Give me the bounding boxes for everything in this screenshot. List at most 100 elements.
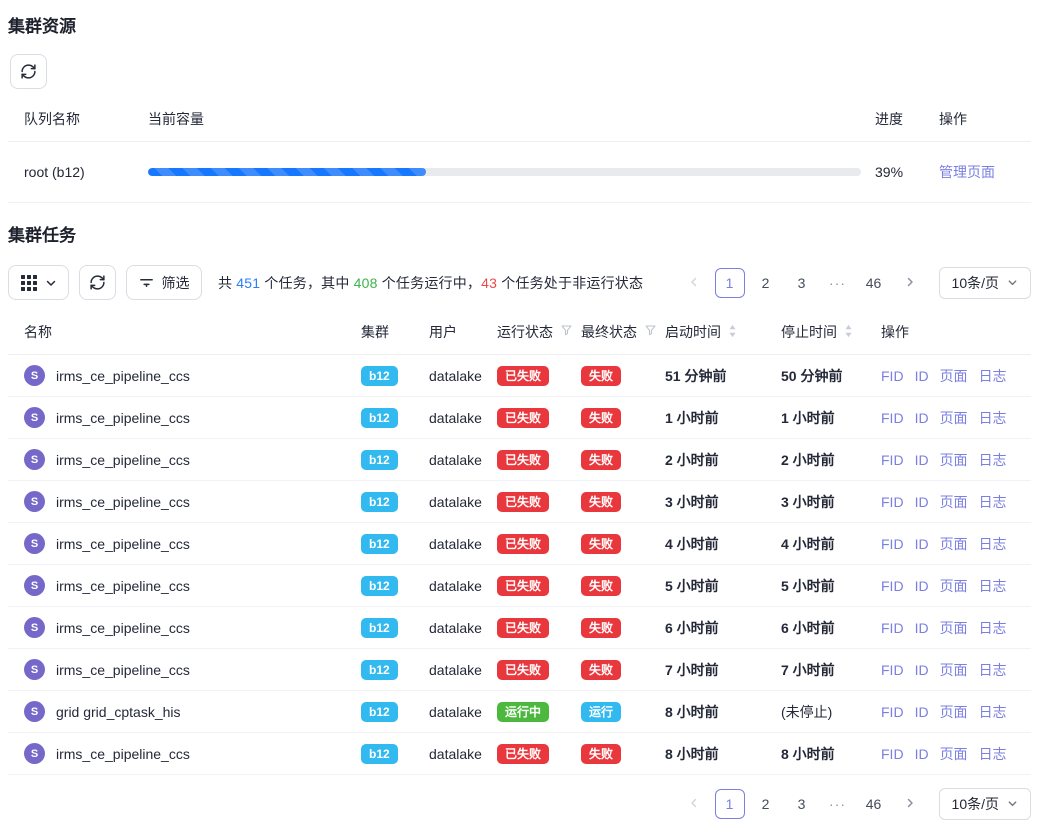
manage-page-link[interactable]: 管理页面	[939, 164, 995, 180]
task-name: irms_ce_pipeline_ccs	[56, 536, 190, 552]
page-size-select[interactable]: 10条/页	[939, 788, 1031, 820]
run-status-badge: 已失败	[497, 408, 549, 428]
fid-link[interactable]: FID	[881, 578, 904, 594]
page-button-46[interactable]: 46	[859, 268, 889, 298]
id-link[interactable]: ID	[915, 704, 929, 720]
capacity-progress-bar	[148, 168, 861, 176]
cluster-badge: b12	[361, 450, 398, 470]
next-page-button[interactable]	[895, 789, 925, 819]
refresh-icon	[20, 63, 37, 80]
cluster-badge: b12	[361, 408, 398, 428]
page-button-2[interactable]: 2	[751, 268, 781, 298]
log-link[interactable]: 日志	[979, 536, 1007, 552]
fid-link[interactable]: FID	[881, 662, 904, 678]
page-link[interactable]: 页面	[940, 662, 968, 678]
final-status-badge: 失败	[581, 744, 621, 764]
id-link[interactable]: ID	[915, 494, 929, 510]
page-link[interactable]: 页面	[940, 620, 968, 636]
page-link[interactable]: 页面	[940, 578, 968, 594]
fid-link[interactable]: FID	[881, 746, 904, 762]
task-name: irms_ce_pipeline_ccs	[56, 662, 190, 678]
log-link[interactable]: 日志	[979, 494, 1007, 510]
task-avatar: S	[24, 407, 45, 428]
page-button-1[interactable]: 1	[715, 268, 745, 298]
col-final-status: 最终状态	[581, 322, 637, 342]
page-link[interactable]: 页面	[940, 746, 968, 762]
page-button-3[interactable]: 3	[787, 789, 817, 819]
task-name: irms_ce_pipeline_ccs	[56, 620, 190, 636]
fid-link[interactable]: FID	[881, 410, 904, 426]
page-size-value: 10条/页	[952, 273, 999, 293]
page-link[interactable]: 页面	[940, 452, 968, 468]
log-link[interactable]: 日志	[979, 704, 1007, 720]
cluster-badge: b12	[361, 576, 398, 596]
page-ellipsis[interactable]: ···	[823, 789, 853, 819]
page-link[interactable]: 页面	[940, 368, 968, 384]
page-link[interactable]: 页面	[940, 494, 968, 510]
log-link[interactable]: 日志	[979, 368, 1007, 384]
task-avatar: S	[24, 449, 45, 470]
fid-link[interactable]: FID	[881, 536, 904, 552]
col-actions: 操作	[881, 316, 1031, 355]
refresh-icon	[89, 274, 106, 291]
id-link[interactable]: ID	[915, 368, 929, 384]
fid-link[interactable]: FID	[881, 620, 904, 636]
page-ellipsis[interactable]: ···	[823, 268, 853, 298]
page-button-46[interactable]: 46	[859, 789, 889, 819]
final-status-badge: 失败	[581, 618, 621, 638]
filter-button[interactable]: 筛选	[126, 265, 202, 300]
fid-link[interactable]: FID	[881, 704, 904, 720]
id-link[interactable]: ID	[915, 536, 929, 552]
log-link[interactable]: 日志	[979, 620, 1007, 636]
chevron-left-icon	[688, 275, 700, 291]
fid-link[interactable]: FID	[881, 368, 904, 384]
id-link[interactable]: ID	[915, 662, 929, 678]
task-name: irms_ce_pipeline_ccs	[56, 452, 190, 468]
page-size-select[interactable]: 10条/页	[939, 267, 1031, 299]
start-time: 5 小时前	[665, 565, 781, 607]
log-link[interactable]: 日志	[979, 662, 1007, 678]
table-row: S irms_ce_pipeline_ccs b12 datalake 已失败 …	[8, 355, 1031, 397]
page-button-1[interactable]: 1	[715, 789, 745, 819]
log-link[interactable]: 日志	[979, 746, 1007, 762]
task-name: irms_ce_pipeline_ccs	[56, 410, 190, 426]
prev-page-button[interactable]	[679, 268, 709, 298]
tasks-refresh-button[interactable]	[79, 265, 116, 300]
prev-page-button[interactable]	[679, 789, 709, 819]
id-link[interactable]: ID	[915, 620, 929, 636]
task-avatar: S	[24, 575, 45, 596]
page-link[interactable]: 页面	[940, 410, 968, 426]
id-link[interactable]: ID	[915, 452, 929, 468]
id-link[interactable]: ID	[915, 578, 929, 594]
chevron-down-icon	[45, 277, 57, 289]
table-row: S irms_ce_pipeline_ccs b12 datalake 已失败 …	[8, 523, 1031, 565]
column-settings-button[interactable]	[8, 265, 69, 300]
chevron-down-icon	[1007, 796, 1018, 812]
id-link[interactable]: ID	[915, 410, 929, 426]
stop-time: 7 小时前	[781, 649, 881, 691]
page-button-2[interactable]: 2	[751, 789, 781, 819]
next-page-button[interactable]	[895, 268, 925, 298]
filter-funnel-icon[interactable]	[644, 324, 657, 340]
log-link[interactable]: 日志	[979, 410, 1007, 426]
start-time: 6 小时前	[665, 607, 781, 649]
page-button-3[interactable]: 3	[787, 268, 817, 298]
run-status-badge: 已失败	[497, 492, 549, 512]
resources-refresh-button[interactable]	[10, 54, 47, 89]
id-link[interactable]: ID	[915, 746, 929, 762]
resources-table: 队列名称 当前容量 进度 操作 root (b12) 39% 管理页面	[8, 103, 1031, 203]
fid-link[interactable]: FID	[881, 452, 904, 468]
fid-link[interactable]: FID	[881, 494, 904, 510]
page-link[interactable]: 页面	[940, 704, 968, 720]
filter-funnel-icon[interactable]	[560, 324, 573, 340]
cluster-badge: b12	[361, 534, 398, 554]
sort-icon[interactable]	[844, 324, 853, 341]
cluster-badge: b12	[361, 366, 398, 386]
page-link[interactable]: 页面	[940, 536, 968, 552]
log-link[interactable]: 日志	[979, 578, 1007, 594]
task-user: datalake	[429, 691, 497, 733]
sort-icon[interactable]	[728, 324, 737, 341]
log-link[interactable]: 日志	[979, 452, 1007, 468]
final-status-badge: 失败	[581, 450, 621, 470]
not-running-count: 43	[481, 275, 497, 291]
